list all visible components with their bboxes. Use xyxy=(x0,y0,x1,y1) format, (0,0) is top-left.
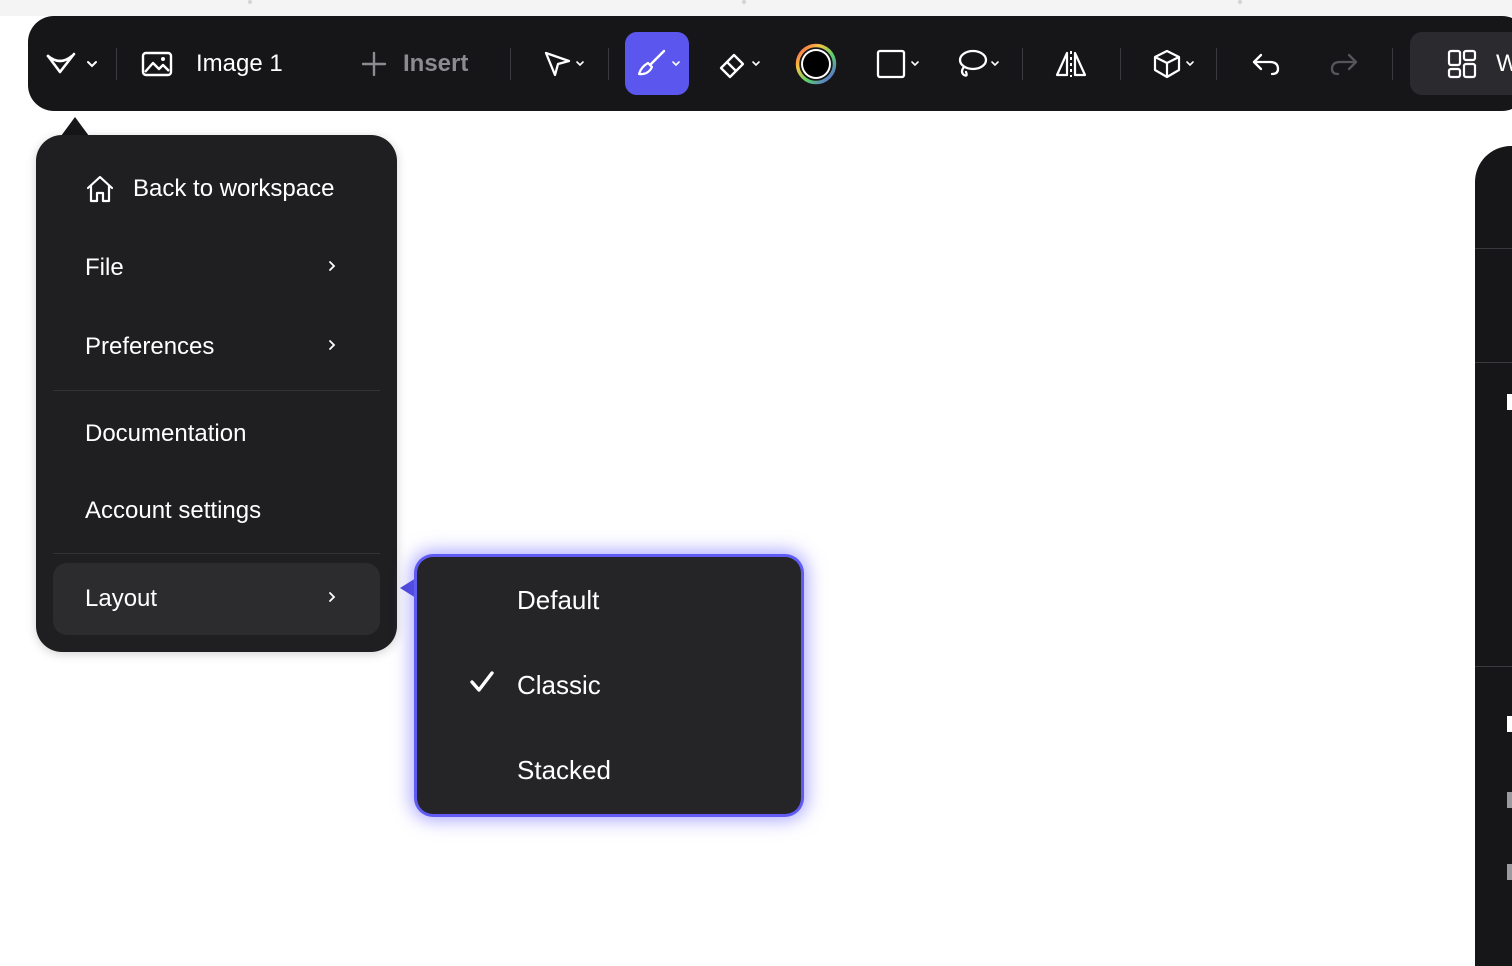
menu-item-label: File xyxy=(85,254,124,281)
top-ruler xyxy=(0,0,1512,16)
panel-text-fragment xyxy=(1507,864,1512,880)
eraser-icon xyxy=(719,53,745,79)
lasso-tool-button[interactable] xyxy=(954,48,1002,80)
chevron-down-icon xyxy=(576,61,584,67)
menu-divider xyxy=(53,553,380,554)
layout-submenu: Default Classic Stacked xyxy=(417,557,801,814)
menu-item-account-settings[interactable]: Account settings xyxy=(53,475,380,547)
panel-divider xyxy=(1475,248,1512,249)
select-tool-button[interactable] xyxy=(538,48,588,80)
chevron-down-icon xyxy=(1186,61,1194,67)
image-icon xyxy=(140,48,174,80)
checkmark-icon xyxy=(470,671,494,692)
menu-item-label: Back to workspace xyxy=(133,175,335,202)
3d-tool-button[interactable] xyxy=(1148,48,1198,80)
menu-item-label: Layout xyxy=(85,585,158,612)
layout-option-label: Classic xyxy=(517,670,601,700)
chevron-down-icon xyxy=(991,61,999,67)
layout-grid-icon xyxy=(1447,49,1477,79)
ruler-tick xyxy=(742,0,746,4)
submenu-pointer xyxy=(400,578,416,598)
main-toolbar: Image 1 Insert W xyxy=(28,16,1512,111)
menu-item-documentation[interactable]: Documentation xyxy=(53,398,380,470)
chevron-down-icon xyxy=(911,61,919,67)
toolbar-separator xyxy=(1216,48,1217,80)
color-picker-button[interactable] xyxy=(794,43,838,85)
menu-item-file[interactable]: File xyxy=(53,232,380,304)
home-icon xyxy=(86,175,114,203)
ruler-tick xyxy=(1238,0,1242,4)
toolbar-separator xyxy=(1120,48,1121,80)
chevron-right-icon xyxy=(329,592,336,602)
redo-button[interactable] xyxy=(1326,48,1362,80)
menu-item-label: Preferences xyxy=(85,333,215,360)
chevron-down-icon xyxy=(87,61,97,68)
app-menu-button[interactable] xyxy=(42,48,102,80)
chevron-right-icon xyxy=(329,340,336,350)
brush-tool-button[interactable] xyxy=(625,32,689,95)
menu-item-layout[interactable]: Layout xyxy=(53,563,380,635)
shape-tool-button[interactable] xyxy=(874,48,922,80)
toolbar-separator xyxy=(1392,48,1393,80)
toolbar-separator xyxy=(510,48,511,80)
brush-icon xyxy=(637,49,666,76)
layout-option-label: Default xyxy=(517,585,600,615)
chevron-down-icon xyxy=(672,61,680,67)
app-logo-icon xyxy=(46,52,76,74)
panel-text-fragment xyxy=(1507,716,1512,732)
toolbar-separator xyxy=(608,48,609,80)
layout-panel-button[interactable]: W xyxy=(1410,32,1512,95)
panel-divider xyxy=(1475,666,1512,667)
redo-icon xyxy=(1330,53,1358,76)
eraser-tool-button[interactable] xyxy=(714,48,764,80)
menu-item-back-to-workspace[interactable]: Back to workspace xyxy=(53,153,380,225)
menu-item-label: Documentation xyxy=(85,420,247,447)
ruler-tick xyxy=(248,0,252,4)
toolbar-separator xyxy=(116,48,117,80)
insert-button[interactable]: Insert xyxy=(403,48,468,80)
toolbar-separator xyxy=(1022,48,1023,80)
chevron-down-icon xyxy=(752,61,760,67)
panel-divider xyxy=(1475,362,1512,363)
rectangle-icon xyxy=(876,49,906,79)
chevron-right-icon xyxy=(329,261,336,271)
select-arrow-icon xyxy=(544,51,571,77)
right-side-panel xyxy=(1475,146,1512,966)
3d-box-icon xyxy=(1153,49,1181,79)
menu-pointer xyxy=(61,117,89,136)
flip-button[interactable] xyxy=(1052,48,1090,80)
undo-icon xyxy=(1252,53,1280,76)
layout-panel-label: W xyxy=(1496,50,1512,77)
document-title[interactable]: Image 1 xyxy=(196,48,283,80)
menu-item-preferences[interactable]: Preferences xyxy=(53,311,380,383)
undo-button[interactable] xyxy=(1248,48,1284,80)
plus-icon xyxy=(358,48,390,80)
layout-option-label: Stacked xyxy=(517,755,611,785)
color-swatch-icon xyxy=(795,43,837,85)
menu-divider xyxy=(53,390,380,391)
lasso-icon xyxy=(958,49,988,77)
panel-text-fragment xyxy=(1507,394,1512,410)
menu-item-label: Account settings xyxy=(85,497,262,524)
panel-text-fragment xyxy=(1507,792,1512,808)
app-menu: Back to workspace File Preferences Docum… xyxy=(36,135,397,652)
flip-icon xyxy=(1055,51,1087,77)
layout-option-default[interactable]: Default xyxy=(417,560,801,640)
layout-option-classic[interactable]: Classic xyxy=(417,645,801,725)
layout-option-stacked[interactable]: Stacked xyxy=(417,730,801,810)
